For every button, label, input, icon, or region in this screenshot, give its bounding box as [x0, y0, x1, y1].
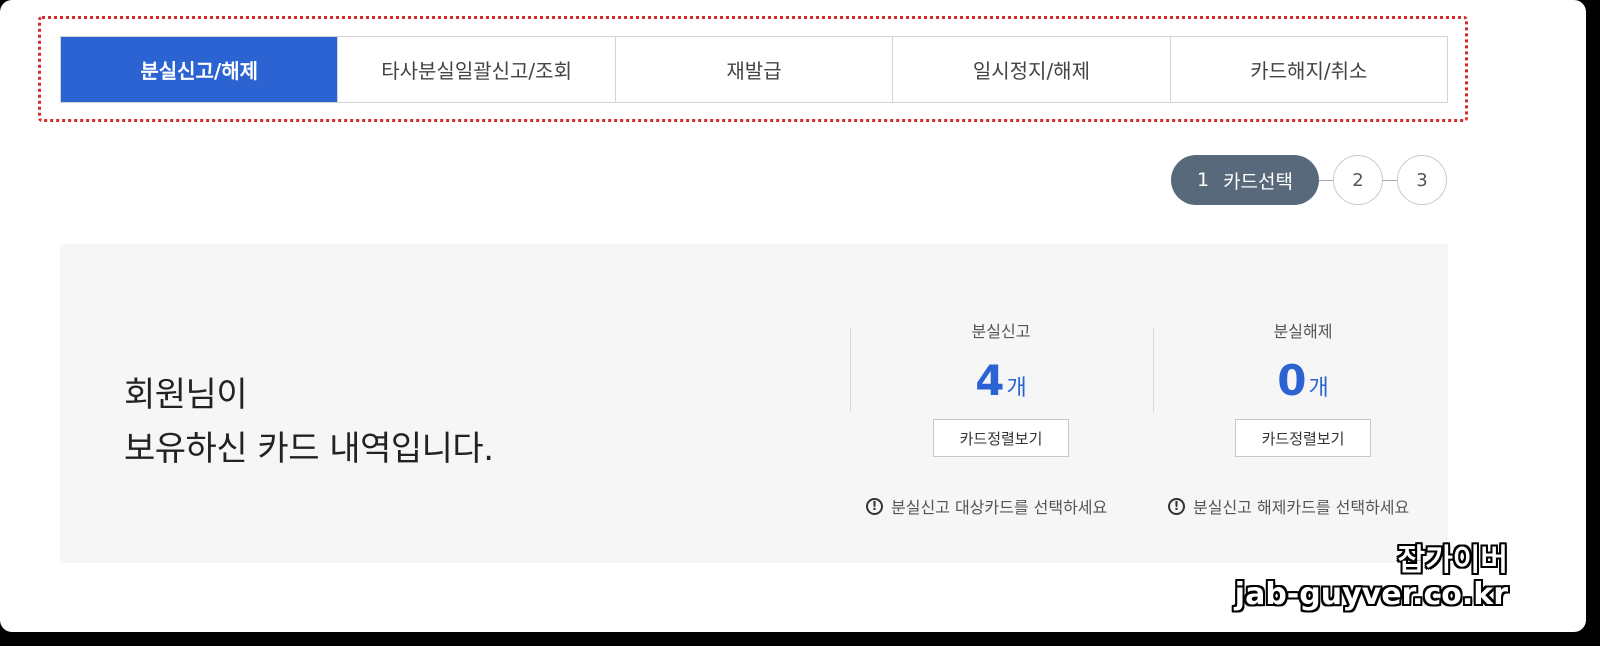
loss-release-notice: ! 분실신고 해제카드를 선택하세요: [1168, 494, 1409, 518]
step-1-number: 1: [1196, 169, 1210, 191]
watermark: 잡가이버 jab-guyver.co.kr: [1235, 544, 1508, 612]
step-3: 3: [1397, 155, 1447, 205]
loss-report-stat: 분실신고 4 개 카드정렬보기: [851, 318, 1151, 457]
step-1-card-select: 1 카드선택: [1171, 155, 1319, 205]
exclamation-icon: !: [866, 497, 883, 515]
loss-report-count-unit: 개: [1006, 376, 1027, 401]
step-1-label: 카드선택: [1223, 170, 1293, 193]
card-summary-panel: 회원님이 보유하신 카드 내역입니다. 분실신고 4 개 카드정렬보기 분실해제…: [60, 244, 1448, 563]
intro-text: 회원님이 보유하신 카드 내역입니다.: [124, 368, 494, 476]
tab-highlight-border: [38, 16, 1468, 122]
watermark-line-2: jab-guyver.co.kr: [1234, 577, 1508, 612]
loss-report-count-value: 4: [975, 356, 1005, 405]
loss-release-count-unit: 개: [1308, 376, 1329, 401]
step-2: 2: [1333, 155, 1383, 205]
loss-release-count-value: 0: [1277, 356, 1307, 405]
intro-line-2: 보유하신 카드 내역입니다.: [124, 429, 494, 469]
loss-release-label: 분실해제: [1273, 322, 1333, 341]
app-frame: 분실신고/해제 타사분실일괄신고/조회 재발급 일시정지/해제 카드해지/취소 …: [0, 0, 1586, 632]
loss-report-notice: ! 분실신고 대상카드를 선택하세요: [866, 494, 1107, 518]
loss-report-label: 분실신고: [971, 322, 1031, 341]
intro-line-1: 회원님이: [124, 375, 248, 415]
step-connector: [1319, 179, 1333, 181]
loss-release-count: 0 개: [1153, 356, 1453, 405]
exclamation-icon: !: [1168, 497, 1185, 515]
step-connector: [1383, 179, 1397, 181]
loss-release-notice-text: 분실신고 해제카드를 선택하세요: [1193, 498, 1410, 517]
loss-release-sort-button[interactable]: 카드정렬보기: [1235, 419, 1371, 457]
watermark-line-1: 잡가이버: [1397, 543, 1508, 578]
loss-release-stat: 분실해제 0 개 카드정렬보기: [1153, 318, 1453, 457]
step-indicator: 1 카드선택 2 3: [1171, 155, 1447, 205]
loss-report-sort-button[interactable]: 카드정렬보기: [933, 419, 1069, 457]
loss-report-count: 4 개: [851, 356, 1151, 405]
loss-report-notice-text: 분실신고 대상카드를 선택하세요: [891, 498, 1108, 517]
